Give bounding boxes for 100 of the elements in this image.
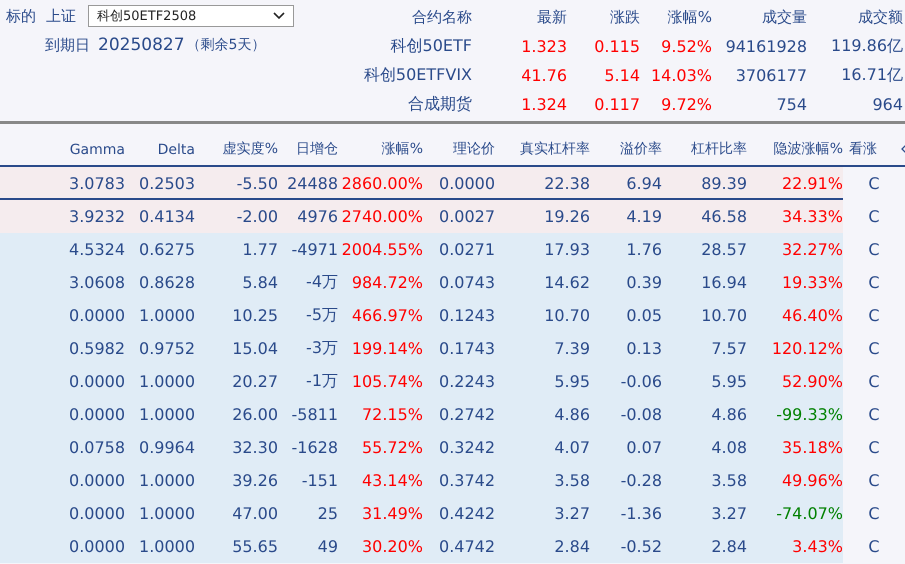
table-cell-text: 0.9964: [138, 438, 195, 457]
table-cell-text: 0.2503: [138, 174, 195, 193]
table-cell-text: 43.14%: [360, 471, 423, 490]
table-cell-text: 34.33%: [780, 207, 843, 226]
column-header: 真实杠杆率: [519, 140, 590, 158]
option-row[interactable]: 3.9232 0.4134 -2.00 4976 2740.00% 0.0027 19.26 4.19 46.58 34.33% C: [0, 200, 905, 233]
column-header: 涨幅%: [380, 140, 423, 158]
table-cell-text: 28.57: [700, 240, 747, 259]
column-header: 成交量: [761, 8, 807, 27]
option-row[interactable]: 3.0783 0.2503 -5.50 24488 2860.00% 0.0000 22.38 6.94 89.39 22.91% C: [0, 167, 905, 200]
table-cell-text: 4976: [296, 207, 338, 226]
option-row[interactable]: 3.0608 0.8628 5.84 -4万 984.72% 0.0743 14.62 0.39 16.94 19.33% C: [0, 266, 905, 299]
table-cell-text: 0.0000: [68, 471, 125, 490]
table-cell-text: 35.18%: [780, 438, 843, 457]
table-cell: C: [843, 365, 905, 398]
option-row[interactable]: 0.0000 1.0000 10.25 -5万 466.97% 0.1243 10.70 0.05 10.70 46.40% C: [0, 299, 905, 332]
table-cell-text: 1.0000: [138, 504, 195, 523]
table-cell-text: 26.00: [231, 405, 278, 424]
column-header: 杠杆比率: [690, 140, 747, 158]
table-cell: C: [843, 431, 905, 464]
table-cell-text: -5811: [290, 405, 338, 424]
table-cell-text: 19.33%: [780, 273, 843, 292]
exchange-label: 上证: [46, 6, 76, 26]
option-row[interactable]: 0.0000 1.0000 47.00 25 31.49% 0.4242 3.27 -1.36 3.27 -74.07% C: [0, 497, 905, 530]
table-cell-text: 0.39: [625, 273, 662, 292]
contract-select[interactable]: 科创50ETF2508: [88, 5, 294, 27]
table-cell-text: -1.36: [620, 504, 662, 523]
table-cell-text: 1.77: [241, 240, 278, 259]
table-cell-text: 0.3742: [438, 471, 495, 490]
option-row[interactable]: 0.0000 1.0000 55.65 49 30.20% 0.4742 2.84 -0.52 2.84 3.43% C: [0, 530, 905, 563]
table-cell-text: 984.72%: [350, 273, 423, 292]
column-header: 成交额: [857, 8, 903, 27]
option-row[interactable]: 0.0000 1.0000 26.00 -5811 72.15% 0.2742 4.86 -0.08 4.86 -99.33% C: [0, 398, 905, 431]
table-cell-text: 3.27: [710, 504, 747, 523]
table-cell-text: 0.4742: [438, 537, 495, 556]
table-cell-text: 科创50ETF: [390, 36, 472, 57]
column-header: Delta: [156, 142, 195, 158]
table-cell-text: 47.00: [231, 504, 278, 523]
table-cell: C: [843, 200, 905, 233]
table-cell-text: 5.95: [553, 372, 590, 391]
table-cell-text: -4万: [305, 272, 338, 293]
table-cell-text: 0.4242: [438, 504, 495, 523]
table-cell-text: 3.43%: [791, 537, 843, 556]
table-cell-text: 0.0271: [438, 240, 495, 259]
table-cell-text: 3.58: [553, 471, 590, 490]
table-cell-text: 1.323: [520, 37, 567, 56]
table-cell-text: 22.38: [543, 174, 590, 193]
table-cell-text: 5.95: [710, 372, 747, 391]
table-cell-text: 49.96%: [780, 471, 843, 490]
table-cell-text: -1628: [290, 438, 338, 457]
table-cell-text: 89.39: [700, 174, 747, 193]
table-cell-text: 0.0000: [68, 504, 125, 523]
table-cell-text: 55.72%: [360, 438, 423, 457]
table-cell-text: 20.27: [231, 372, 278, 391]
table-cell-text: 0.0000: [68, 405, 125, 424]
column-header: 涨跌: [609, 8, 640, 27]
table-cell: C: [843, 332, 905, 365]
option-row[interactable]: 0.0000 1.0000 20.27 -1万 105.74% 0.2243 5.95 -0.06 5.95 52.90% C: [0, 365, 905, 398]
table-cell-text: -0.06: [620, 372, 662, 391]
option-row[interactable]: 0.0758 0.9964 32.30 -1628 55.72% 0.3242 4.07 0.07 4.08 35.18% C: [0, 431, 905, 464]
table-cell: C: [843, 497, 905, 530]
table-cell-text: -4971: [290, 240, 338, 259]
table-cell-text: 1.76: [625, 240, 662, 259]
column-header: 最新: [536, 8, 567, 27]
table-cell: C: [843, 266, 905, 299]
table-cell-text: 0.4134: [138, 207, 195, 226]
table-cell-text: -5.50: [236, 174, 278, 193]
table-cell-text: 25: [316, 504, 338, 523]
table-cell: C: [843, 233, 905, 266]
table-cell-text: 4.07: [553, 438, 590, 457]
column-header: 隐波涨幅%: [772, 140, 843, 158]
table-cell-text: -2.00: [236, 207, 278, 226]
table-cell-text: -1万: [305, 371, 338, 392]
table-cell-text: 0.6275: [138, 240, 195, 259]
table-cell-text: 2.84: [710, 537, 747, 556]
table-cell-text: 466.97%: [350, 306, 423, 325]
table-cell-text: 120.12%: [770, 339, 843, 358]
table-cell-text: 4.86: [553, 405, 590, 424]
option-row[interactable]: 4.5324 0.6275 1.77 -4971 2004.55% 0.0271 17.93 1.76 28.57 32.27% C: [0, 233, 905, 266]
table-cell-text: 1.324: [520, 95, 567, 114]
option-row[interactable]: 0.5982 0.9752 15.04 -3万 199.14% 0.1743 7.39 0.13 7.57 120.12% C: [0, 332, 905, 365]
table-cell-text: 5.14: [603, 66, 640, 85]
table-cell-text: 2.84: [553, 537, 590, 556]
table-cell-text: -99.33%: [775, 405, 843, 424]
table-cell-text: 39.26: [231, 471, 278, 490]
expiry-date: 20250827: [98, 35, 185, 55]
option-row[interactable]: 0.0000 1.0000 39.26 -151 43.14% 0.3742 3.58 -0.28 3.58 49.96% C: [0, 464, 905, 497]
table-cell-text: 14.62: [543, 273, 590, 292]
column-header: 虚实度%: [222, 140, 278, 158]
table-cell-text: 0.115: [593, 37, 640, 56]
table-cell-text: 3.27: [553, 504, 590, 523]
table-cell-text: 2740.00%: [340, 207, 423, 226]
table-cell-text: -3万: [305, 338, 338, 359]
table-cell-text: 4.19: [625, 207, 662, 226]
table-cell-text: 46.58: [700, 207, 747, 226]
table-cell-text: 0.0000: [68, 537, 125, 556]
underlying-label: 标的: [6, 6, 36, 26]
table-cell-text: 0.3242: [438, 438, 495, 457]
table-cell-text: 0.5982: [68, 339, 125, 358]
table-cell-text: 3.0608: [68, 273, 125, 292]
